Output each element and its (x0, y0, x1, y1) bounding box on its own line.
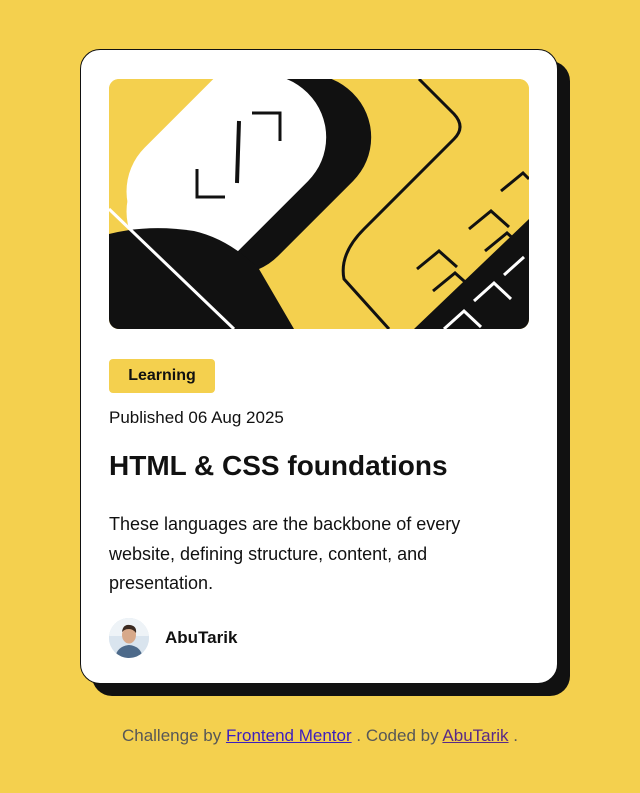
author: AbuTarik (109, 618, 237, 658)
published-date: Published 06 Aug 2025 (109, 408, 284, 427)
article-illustration (109, 79, 529, 329)
attribution-middle: . Coded by (356, 726, 439, 745)
coder-link[interactable]: AbuTarik (442, 726, 508, 745)
blog-preview-card: Learning Published 06 Aug 2025 HTML & CS… (80, 49, 558, 684)
card-description: These languages are the backbone of ever… (109, 514, 461, 593)
attribution-prefix: Challenge by (121, 726, 222, 745)
category-tag: Learning (109, 359, 215, 393)
author-name: AbuTarik (165, 628, 238, 647)
avatar (109, 618, 149, 658)
frontend-mentor-link[interactable]: Frontend Mentor (226, 726, 352, 745)
attribution-suffix: . (513, 726, 519, 745)
attribution: Challenge by Frontend Mentor . Coded by … (0, 726, 640, 746)
card-title[interactable]: HTML & CSS foundations (109, 450, 448, 482)
